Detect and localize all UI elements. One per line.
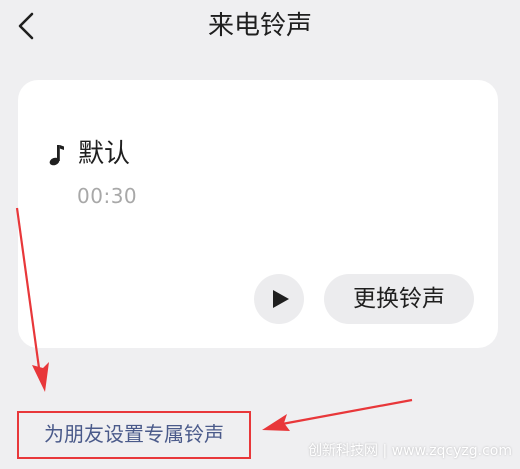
play-icon [273, 290, 289, 308]
ringtone-name: 默认 [78, 139, 131, 169]
exclusive-ringtone-link[interactable]: 为朋友设置专属铃声 [17, 411, 251, 459]
play-button[interactable] [254, 274, 304, 324]
annotation-arrow-horizontal [262, 398, 413, 431]
music-note-icon [49, 145, 64, 166]
change-ringtone-button[interactable]: 更换铃声 [324, 274, 474, 324]
ringtone-card: 默认 00:30 更换铃声 [18, 80, 498, 348]
ringtone-duration: 00:30 [77, 184, 138, 208]
header-bar: 来电铃声 [0, 0, 520, 56]
watermark: 创新科技网 | www.zqcyzg.com [308, 443, 512, 459]
page-title: 来电铃声 [207, 11, 312, 41]
